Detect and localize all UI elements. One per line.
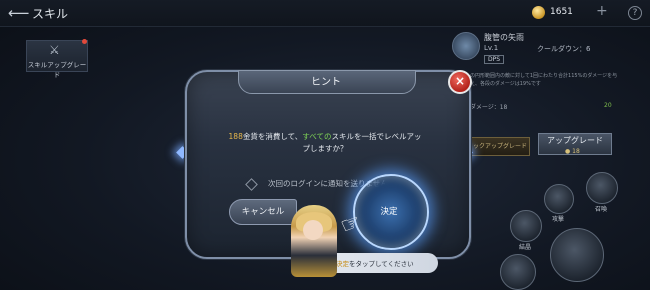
skill-description: の円形範囲内の敵に対して1回にわたり合計115%のダメージを与え、各段のダメージ… bbox=[470, 73, 618, 87]
add-gold-icon[interactable]: + bbox=[596, 3, 608, 19]
tutorial-text: 決定をタップしてください bbox=[336, 258, 414, 268]
main-attack-button[interactable] bbox=[550, 228, 604, 282]
message-part1: 金貨を消費して、 bbox=[242, 132, 303, 141]
back-arrow-icon[interactable]: ⟵ bbox=[8, 5, 30, 21]
tutorial-instruction: をタップしてください bbox=[349, 260, 414, 268]
tab-label: スキルアップグレード bbox=[27, 61, 87, 79]
help-icon[interactable]: ? bbox=[628, 6, 642, 20]
transform-label: 結晶 bbox=[519, 244, 532, 251]
skill-upgrade-icon: ⚔ bbox=[49, 43, 60, 57]
skill-damage: ダメージ：18 bbox=[470, 104, 508, 111]
attack-label: 攻撃 bbox=[552, 216, 565, 223]
skill-icon[interactable] bbox=[452, 32, 480, 60]
close-button[interactable]: × bbox=[448, 70, 472, 94]
dialog-title: ヒント bbox=[311, 77, 341, 88]
upgrade-cost: ● 18 bbox=[565, 148, 580, 155]
upgrade-cost-value: 18 bbox=[572, 148, 580, 155]
skill-slot-button[interactable] bbox=[500, 254, 536, 290]
notification-dot bbox=[82, 39, 87, 44]
quick-upgrade-button[interactable]: ックアップグレード bbox=[470, 137, 530, 156]
page-title: スキル bbox=[32, 7, 69, 21]
skill-level: Lv.1 bbox=[484, 44, 499, 52]
summon-label: 召喚 bbox=[595, 206, 608, 213]
message-highlight: すべての bbox=[302, 132, 332, 141]
dialog-message: 188金貨を消費して、すべてのスキルを一括でレベルアップしますか？ bbox=[225, 131, 425, 155]
tutorial-highlight: 決定 bbox=[336, 260, 349, 268]
transform-skill-button[interactable] bbox=[510, 210, 542, 242]
cancel-button[interactable]: キャンセル bbox=[229, 199, 297, 225]
upgrade-button-label: アップグレード bbox=[547, 136, 603, 145]
top-bar: ⟵ スキル 1651 + ? bbox=[0, 0, 650, 27]
gold-cost: 188 bbox=[228, 132, 243, 141]
skill-cooldown: クールダウン：6 bbox=[537, 45, 591, 53]
guide-character-face bbox=[303, 220, 323, 240]
attack-skill-button[interactable] bbox=[544, 184, 574, 214]
summon-skill-button[interactable] bbox=[586, 172, 618, 204]
skill-tag: DPS bbox=[484, 55, 505, 64]
gold-coin-icon bbox=[532, 6, 545, 19]
tab-skill-upgrade[interactable]: ⚔ スキルアップグレード bbox=[26, 39, 88, 79]
gold-amount: 1651 bbox=[550, 7, 573, 17]
skill-name: 腹管の矢雨 bbox=[484, 33, 524, 42]
skill-damage-next: 20 bbox=[604, 102, 612, 109]
confirm-label: 決定 bbox=[380, 207, 398, 217]
